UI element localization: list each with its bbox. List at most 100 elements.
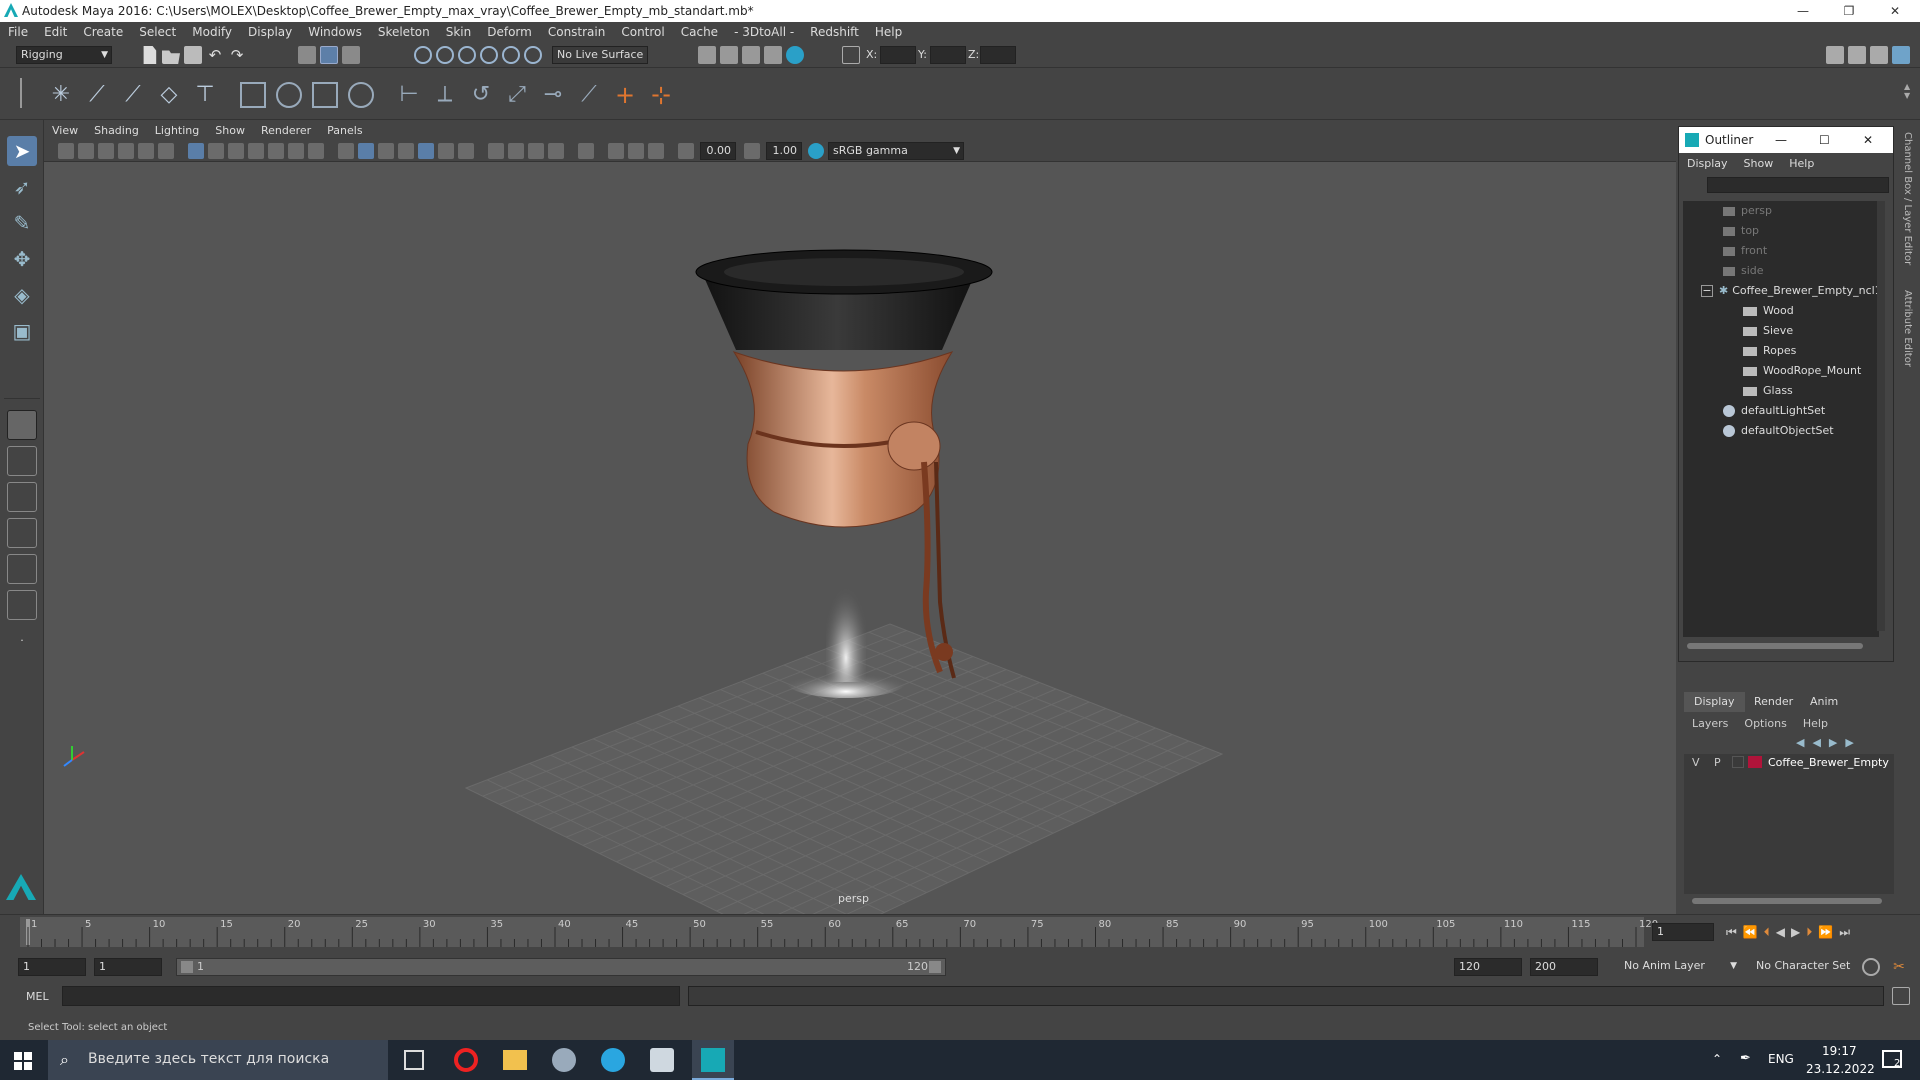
locator-icon[interactable]: + xyxy=(612,82,638,108)
menu-skin[interactable]: Skin xyxy=(438,25,480,39)
menu-cache[interactable]: Cache xyxy=(673,25,726,39)
menu-modify[interactable]: Modify xyxy=(184,25,240,39)
cluster-icon[interactable] xyxy=(348,82,374,108)
move-tool-icon[interactable]: ✥ xyxy=(7,244,37,274)
layer-row[interactable]: V P Coffee_Brewer_Empty xyxy=(1684,754,1894,772)
ipr-render-icon[interactable] xyxy=(764,46,782,64)
layer-menu-help[interactable]: Help xyxy=(1795,717,1836,730)
list-item[interactable]: defaultObjectSet xyxy=(1723,421,1834,441)
undo-icon[interactable]: ↶ xyxy=(206,46,224,64)
outliner-maximize-button[interactable]: ☐ xyxy=(1819,133,1830,147)
tray-chevron-icon[interactable]: ⌃ xyxy=(1712,1052,1722,1066)
snap-view-plane-icon[interactable] xyxy=(480,46,498,64)
list-item[interactable]: Glass xyxy=(1743,381,1793,401)
bookmark-icon[interactable] xyxy=(98,143,114,159)
wireframe-on-shaded-icon[interactable] xyxy=(398,143,414,159)
list-item[interactable]: persp xyxy=(1723,201,1772,221)
film-gate-icon[interactable] xyxy=(208,143,224,159)
resolution-gate-icon[interactable] xyxy=(228,143,244,159)
xray-icon[interactable] xyxy=(608,143,624,159)
y-field[interactable] xyxy=(930,46,966,64)
minimize-button[interactable]: — xyxy=(1780,0,1826,22)
ik-spline-icon[interactable]: ⟋ xyxy=(120,82,146,108)
pole-vector-icon[interactable]: ⟋ xyxy=(576,82,602,108)
tab-display[interactable]: Display xyxy=(1684,692,1745,712)
outliner-menu-show[interactable]: Show xyxy=(1736,157,1782,170)
menu-windows[interactable]: Windows xyxy=(300,25,370,39)
outliner-close-button[interactable]: ✕ xyxy=(1863,133,1873,147)
notification-icon[interactable]: 2 xyxy=(1882,1050,1902,1069)
playback-start-field[interactable]: 1 xyxy=(94,958,162,976)
list-item[interactable]: Wood xyxy=(1743,301,1794,321)
select-by-object-icon[interactable] xyxy=(320,46,338,64)
step-back-key-icon[interactable]: ⏴ xyxy=(1764,925,1776,939)
save-scene-icon[interactable] xyxy=(184,46,202,64)
taskbar-search-box[interactable]: ⌕ Введите здесь текст для поиска xyxy=(48,1040,388,1080)
command-input[interactable] xyxy=(62,986,680,1006)
menu-control[interactable]: Control xyxy=(613,25,672,39)
color-space-dropdown[interactable]: sRGB gamma ▼ xyxy=(828,142,964,160)
vp-menu-show[interactable]: Show xyxy=(207,124,253,137)
animation-preferences-icon[interactable]: ✂ xyxy=(1890,958,1908,976)
list-item[interactable]: top xyxy=(1723,221,1759,241)
open-scene-icon[interactable] xyxy=(162,50,180,64)
vp-menu-shading[interactable]: Shading xyxy=(86,124,147,137)
menu-create[interactable]: Create xyxy=(75,25,131,39)
outliner-minimize-button[interactable]: — xyxy=(1775,133,1787,147)
list-item[interactable]: Sieve xyxy=(1743,321,1793,341)
scale-tool-icon[interactable]: ▣ xyxy=(7,316,37,346)
render-current-frame-icon[interactable] xyxy=(742,46,760,64)
gamma-icon[interactable] xyxy=(744,143,760,159)
motion-blur-icon[interactable] xyxy=(508,143,524,159)
viewport-panel[interactable]: View Shading Lighting Show Renderer Pane… xyxy=(44,120,1676,914)
new-scene-icon[interactable] xyxy=(143,46,157,64)
snap-grid-icon[interactable] xyxy=(414,46,432,64)
range-end-handle[interactable] xyxy=(929,961,941,973)
mirror-joint-icon[interactable]: ⊤ xyxy=(192,82,218,108)
list-item[interactable]: Ropes xyxy=(1743,341,1796,361)
menu-skeleton[interactable]: Skeleton xyxy=(370,25,438,39)
task-view-icon[interactable] xyxy=(404,1050,424,1070)
animation-start-field[interactable]: 1 xyxy=(18,958,86,976)
menu-file[interactable]: File xyxy=(0,25,36,39)
list-item[interactable]: WoodRope_Mount xyxy=(1743,361,1861,381)
rotate-tool-icon[interactable]: ◈ xyxy=(7,280,37,310)
layer-horizontal-scrollbar[interactable] xyxy=(1692,898,1882,904)
scene-view[interactable] xyxy=(44,162,1676,914)
exposure-icon[interactable] xyxy=(678,143,694,159)
animation-end-field[interactable]: 200 xyxy=(1530,958,1598,976)
persp-graph-layout-icon[interactable] xyxy=(7,518,37,548)
four-view-layout-icon[interactable] xyxy=(7,446,37,476)
modeling-toolkit-icon[interactable] xyxy=(1826,46,1844,64)
maya-taskbar-button[interactable] xyxy=(692,1040,734,1080)
layer-visibility-toggle[interactable]: V xyxy=(1692,756,1700,769)
anti-aliasing-icon[interactable] xyxy=(528,143,544,159)
current-frame-field[interactable]: 1 xyxy=(1652,923,1714,941)
clock-time[interactable]: 19:17 xyxy=(1822,1044,1857,1058)
auto-key-icon[interactable] xyxy=(1862,958,1880,976)
pen-icon[interactable]: ✒ xyxy=(1740,1051,1751,1066)
channel-box-tab[interactable]: Channel Box / Layer Editor xyxy=(1902,132,1913,265)
attribute-editor-toggle-icon[interactable] xyxy=(1848,46,1866,64)
list-item[interactable]: defaultLightSet xyxy=(1723,401,1825,421)
outliner-menu-help[interactable]: Help xyxy=(1781,157,1822,170)
character-set-dropdown[interactable]: No Character Set xyxy=(1752,958,1872,976)
anim-layer-dropdown[interactable]: No Anim Layer ▼ xyxy=(1620,958,1740,976)
go-to-end-icon[interactable]: ⏭ xyxy=(1839,925,1856,939)
layer-menu-layers[interactable]: Layers xyxy=(1684,717,1736,730)
channel-box-toggle-icon[interactable] xyxy=(1892,46,1910,64)
outliner-horizontal-scrollbar[interactable] xyxy=(1687,643,1863,649)
range-slider[interactable]: 1 120 xyxy=(176,958,946,976)
add-influence-icon[interactable]: ⊹ xyxy=(648,82,674,108)
layer-color-swatch[interactable] xyxy=(1748,756,1762,768)
insert-joint-icon[interactable]: ◇ xyxy=(156,82,182,108)
list-item[interactable]: − ✱ Coffee_Brewer_Empty_ncl1 xyxy=(1701,281,1882,301)
menu-3dtoall[interactable]: - 3DtoAll - xyxy=(726,25,802,39)
field-chart-icon[interactable] xyxy=(268,143,284,159)
shadows-icon[interactable] xyxy=(458,143,474,159)
render-view-icon[interactable] xyxy=(720,46,738,64)
go-to-start-icon[interactable]: ⏮ xyxy=(1726,925,1743,939)
gamma-field[interactable]: 1.00 xyxy=(766,142,802,160)
menu-constrain[interactable]: Constrain xyxy=(540,25,614,39)
outliner-vertical-scrollbar[interactable] xyxy=(1877,201,1885,631)
